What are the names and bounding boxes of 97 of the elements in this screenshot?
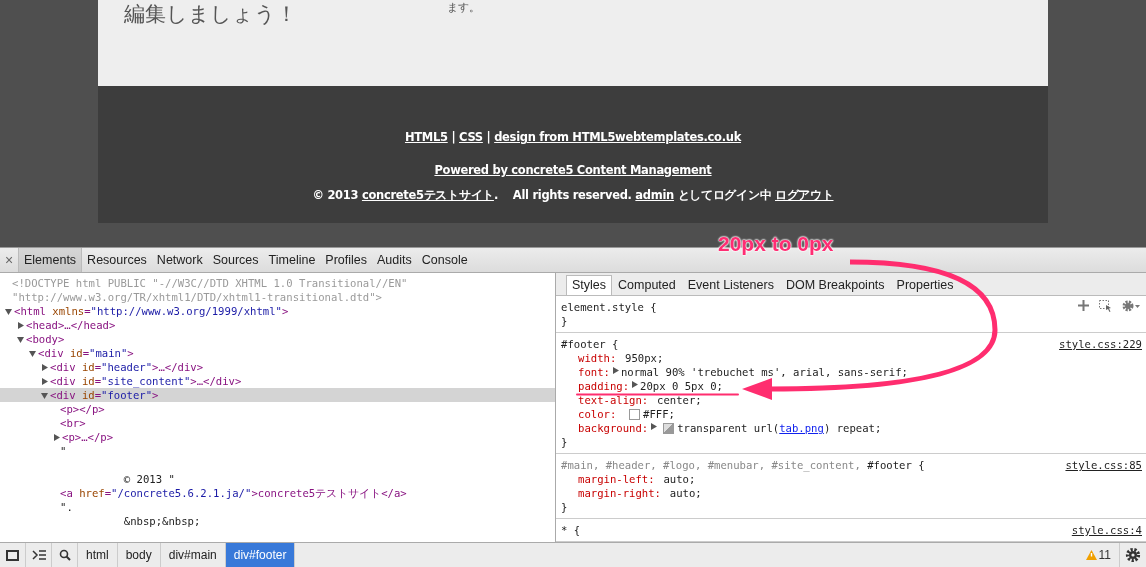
url-link[interactable]: tab.png [779, 421, 824, 435]
footer-link[interactable]: design from HTML5webtemplates.co.uk [494, 130, 741, 144]
footer-text: . All rights reserved. [493, 188, 633, 202]
warning-count[interactable]: 11 [1098, 548, 1111, 562]
css-value[interactable]: 950px; [625, 351, 664, 365]
closing-brace: } [561, 501, 568, 513]
code-line: ". [60, 500, 73, 514]
css-property[interactable]: background: [578, 421, 649, 435]
code-line[interactable]: <p></p> [60, 402, 105, 416]
code-line[interactable]: <body> [26, 332, 65, 346]
footer-link[interactable]: HTML5 [404, 130, 448, 144]
css-value[interactable]: ) repeat; [823, 421, 882, 435]
css-value[interactable]: transparent url( [677, 421, 780, 435]
add-icon[interactable] [1078, 300, 1089, 311]
closing-brace: } [561, 436, 568, 448]
footer-text: © 2013 [312, 188, 360, 202]
closing-brace: } [561, 315, 568, 327]
footer-text: | [485, 130, 492, 144]
css-value[interactable]: #FFF; [643, 407, 675, 421]
code-line: © 2013 " [122, 472, 175, 486]
css-property[interactable]: text-align: [578, 393, 649, 407]
panel-tab[interactable]: Network [151, 248, 208, 272]
code-line[interactable]: <br> [60, 416, 86, 430]
css-property[interactable]: margin-left: [578, 472, 655, 486]
panel-tab[interactable]: Timeline [263, 248, 321, 272]
collapse-triangle-icon[interactable] [40, 391, 48, 399]
footer-link[interactable]: CSS [459, 130, 483, 144]
css-selector: #footer { [561, 338, 619, 350]
code-line[interactable]: <div id="main"> [38, 346, 134, 360]
css-selector: element.style { [561, 301, 657, 313]
panel-tab[interactable]: Profiles [320, 248, 373, 272]
panel-tab[interactable]: Elements [18, 248, 83, 272]
code-line[interactable]: <div id="site_content">…</div> [50, 374, 242, 388]
css-value[interactable]: 20px 0 5px 0; [640, 379, 723, 393]
panel-tab[interactable]: Console [416, 248, 473, 272]
breadcrumb[interactable]: html [78, 543, 118, 567]
close-button[interactable]: × [0, 248, 18, 272]
footer-link[interactable]: admin [635, 188, 674, 202]
styles-tab[interactable]: Styles [566, 275, 613, 295]
css-selector: #main, #header, #logo, #menubar, #site_content, [561, 459, 862, 471]
styles-tab[interactable]: Computed [612, 275, 682, 295]
expand-triangle-icon[interactable] [52, 433, 60, 441]
expand-triangle-icon[interactable] [40, 377, 48, 385]
css-selector: #footer [867, 459, 912, 471]
code-line: "http://www.w3.org/TR/xhtml1/DTD/xhtml1-transitional.dtd"> [12, 290, 382, 304]
css-selector: * { [561, 524, 581, 536]
expand-triangle-icon[interactable] [16, 321, 24, 329]
expand-triangle-icon[interactable] [631, 381, 639, 388]
code-line[interactable]: <div id="header">…</div> [50, 360, 204, 374]
expand-triangle-icon[interactable] [650, 423, 658, 430]
panel-tab[interactable]: Sources [207, 248, 264, 272]
css-selector: { [917, 459, 925, 471]
image-swatch [663, 422, 675, 434]
expand-triangle-icon[interactable] [40, 363, 48, 371]
breadcrumb[interactable]: div#footer [225, 543, 296, 567]
footer-text: | [450, 130, 457, 144]
css-value[interactable]: auto; [669, 486, 702, 500]
source-link[interactable]: style.css:85 [1065, 458, 1142, 472]
css-property[interactable]: width: [578, 351, 617, 365]
footer-link[interactable]: ログアウト [775, 188, 834, 202]
collapse-triangle-icon[interactable] [16, 335, 24, 343]
code-line[interactable]: <p>…</p> [62, 430, 114, 444]
page-heading: 編集しましょう！ [124, 1, 297, 28]
css-property[interactable]: margin-right: [578, 486, 661, 500]
css-value[interactable]: auto; [663, 472, 696, 486]
element-state-icon[interactable] [1099, 300, 1112, 312]
panel-tab[interactable]: Resources [82, 248, 152, 272]
code-line[interactable]: <html xmlns="http://www.w3.org/1999/xhtml"> [14, 304, 289, 318]
breadcrumb[interactable]: body [117, 543, 161, 567]
expand-triangle-icon[interactable] [611, 367, 619, 374]
code-line: " [60, 444, 67, 458]
styles-tab[interactable]: Properties [890, 275, 960, 295]
css-value[interactable]: normal 90% 'trebuchet ms', arial, sans-serif; [620, 365, 908, 379]
code-line[interactable]: <head>…</head> [26, 318, 116, 332]
warning-icon [1085, 550, 1097, 560]
styles-tab[interactable]: DOM Breakpoints [779, 275, 891, 295]
color-swatch[interactable] [629, 408, 641, 420]
code-line[interactable]: <a href="/concrete5.6.2.1.ja/">concrete5テストサイト</a> [60, 486, 407, 500]
code-line: &nbsp;&nbsp; [122, 514, 201, 528]
panel-tab[interactable]: Audits [372, 248, 417, 272]
selected-row[interactable]: <div id="footer"> [0, 388, 555, 402]
footer-text: としてログイン中 [676, 188, 773, 202]
source-link[interactable]: style.css:4 [1071, 523, 1142, 537]
body-text: ます。 [447, 0, 480, 15]
code-line: <!DOCTYPE html PUBLIC "-//W3C//DTD XHTML 1.0 Transitional//EN" [12, 276, 408, 290]
styles-tab[interactable]: Event Listeners [681, 275, 780, 295]
css-property[interactable]: color: [578, 407, 617, 421]
collapse-triangle-icon[interactable] [4, 307, 12, 315]
css-value[interactable]: center; [657, 393, 702, 407]
breadcrumb[interactable]: div#main [160, 543, 226, 567]
collapse-triangle-icon[interactable] [28, 349, 36, 357]
code-line[interactable]: <div id="footer"> [50, 388, 159, 402]
footer-link[interactable]: Powered by concrete5 Content Management [434, 163, 712, 177]
source-link[interactable]: style.css:229 [1059, 337, 1142, 351]
css-property[interactable]: font: [578, 365, 610, 379]
css-property[interactable]: padding: [578, 379, 630, 393]
footer-link[interactable]: concrete5テストサイト [361, 188, 494, 202]
